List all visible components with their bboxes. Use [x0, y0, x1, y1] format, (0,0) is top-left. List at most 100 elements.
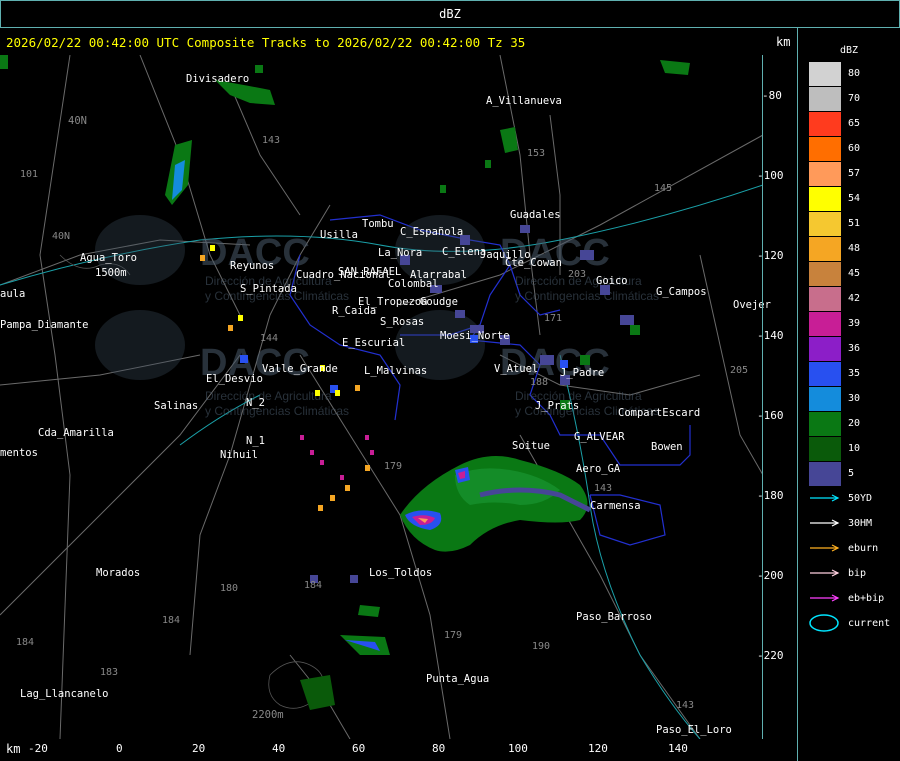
place-label: Pampa_Diamante — [0, 319, 89, 331]
road-label: 143 — [594, 483, 613, 494]
road-label: 184 — [162, 615, 181, 626]
legend-label-54: 54 — [848, 193, 861, 204]
road-label: 153 — [527, 148, 546, 159]
road-label: 180 — [220, 583, 239, 594]
place-label: Salinas — [154, 400, 199, 412]
place-label: Goudge — [420, 296, 458, 308]
road-label: 188 — [530, 377, 549, 388]
legend-label-20: 20 — [848, 418, 861, 429]
legend-label-48: 48 — [848, 243, 861, 254]
road-label: 101 — [20, 169, 39, 180]
place-label: Usilla — [320, 229, 358, 241]
legend-label-65: 65 — [848, 118, 861, 129]
road-label: 144 — [260, 333, 279, 344]
x-tick: 40 — [272, 742, 286, 755]
place-label: Guadales — [510, 209, 561, 221]
place-label: Valle_Grande — [262, 363, 338, 375]
place-label: L_Malvinas — [364, 365, 428, 377]
y-tick: -220 — [757, 649, 784, 662]
place-label: C_Española — [400, 226, 464, 238]
track-label-50yd: 50YD — [848, 493, 873, 504]
place-label: J_Padre — [560, 367, 605, 379]
place-label: Cuadro_Nacional — [296, 269, 391, 281]
place-label: Paso_El_Loro — [656, 724, 732, 736]
road-label: 203 — [568, 269, 587, 280]
legend-swatch-30 — [809, 387, 841, 411]
place-label: Carmensa — [590, 500, 641, 512]
place-label: N_1 — [246, 435, 265, 447]
place-label: Bowen — [651, 441, 683, 453]
place-label: 2200m — [252, 709, 284, 721]
road-label: 143 — [676, 700, 695, 711]
place-label: Aero_GA — [576, 463, 621, 475]
track-label-30hm: 30HM — [848, 518, 873, 529]
legend-label-80: 80 — [848, 68, 861, 79]
y-axis-unit: km — [776, 35, 791, 49]
place-label: Divisadero — [186, 73, 250, 85]
place-label: Nihuil — [220, 449, 258, 461]
road-label: 145 — [654, 183, 673, 194]
x-tick: 20 — [192, 742, 206, 755]
x-tick: 60 — [352, 742, 366, 755]
place-label: Reyunos — [230, 260, 275, 272]
legend-swatch-60 — [809, 137, 841, 161]
road-label: 205 — [730, 365, 749, 376]
watermark-line1-3: Dirección de Agricultura — [205, 389, 332, 403]
legend-label-5: 5 — [848, 468, 855, 479]
legend-swatch-35 — [809, 362, 841, 386]
track-label-current: current — [848, 618, 891, 629]
place-label: E_Escurial — [342, 337, 406, 349]
place-label: Goico — [596, 275, 628, 287]
place-label: Colombal — [388, 278, 439, 290]
place-label: El_Desvio — [206, 373, 263, 385]
map-canvas[interactable]: DACC DACC DACC DACC Dirección de Agricul… — [0, 55, 763, 739]
legend-swatch-51 — [809, 212, 841, 236]
x-axis-unit: km — [6, 742, 21, 756]
place-label: aula — [0, 288, 26, 300]
y-tick: -120 — [757, 249, 784, 262]
road-label: 190 — [532, 641, 551, 652]
legend-swatch-54 — [809, 187, 841, 211]
y-tick: -180 — [757, 489, 784, 502]
place-label: Lag_Llancanelo — [20, 688, 109, 700]
track-label-bip: bip — [848, 568, 867, 579]
place-label: J_Prats — [535, 400, 580, 412]
place-label: V_Atuel — [494, 363, 539, 375]
road-label: 184 — [16, 637, 35, 648]
legend-label-35: 35 — [848, 368, 861, 379]
legend-label-10: 10 — [848, 443, 861, 454]
x-tick: 100 — [508, 742, 528, 755]
road-label: 183 — [100, 667, 119, 678]
legend-swatch-65 — [809, 112, 841, 136]
x-tick: 0 — [116, 742, 123, 755]
place-label: Moesi_Norte — [440, 330, 510, 342]
place-label: Punta_Agua — [426, 673, 490, 685]
radar-map[interactable]: DACC DACC DACC DACC Dirección de Agricul… — [0, 55, 771, 739]
place-label: A_Villanueva — [486, 95, 562, 107]
current-ellipse-icon — [809, 614, 839, 632]
legend-swatch-39 — [809, 312, 841, 336]
x-tick: 80 — [432, 742, 446, 755]
legend-label-51: 51 — [848, 218, 861, 229]
place-label: G_Campos — [656, 286, 707, 298]
y-tick: -160 — [757, 409, 784, 422]
legend-swatch-48 — [809, 237, 841, 261]
x-tick: -20 — [28, 742, 48, 755]
legend-swatch-36 — [809, 337, 841, 361]
place-label: Soitue — [512, 440, 550, 452]
track-legend-arrows — [809, 494, 840, 632]
place-label: CompartEscard — [618, 407, 701, 419]
legend-label-60: 60 — [848, 143, 861, 154]
place-label: mentos — [0, 447, 38, 459]
legend-swatch-80 — [809, 62, 841, 86]
legend-label-42: 42 — [848, 293, 861, 304]
composite-header: 2026/02/22 00:42:00 UTC Composite Tracks… — [6, 35, 526, 50]
place-label: La_Nora — [378, 247, 423, 259]
legend-swatch-5 — [809, 462, 841, 486]
place-label: Cte_Cowan — [505, 257, 562, 269]
road-label: 40N — [52, 231, 71, 242]
track-label-eburn: eburn — [848, 543, 879, 554]
place-label: N_2 — [246, 397, 265, 409]
y-tick: -200 — [757, 569, 784, 582]
road-label: 179 — [384, 461, 403, 472]
